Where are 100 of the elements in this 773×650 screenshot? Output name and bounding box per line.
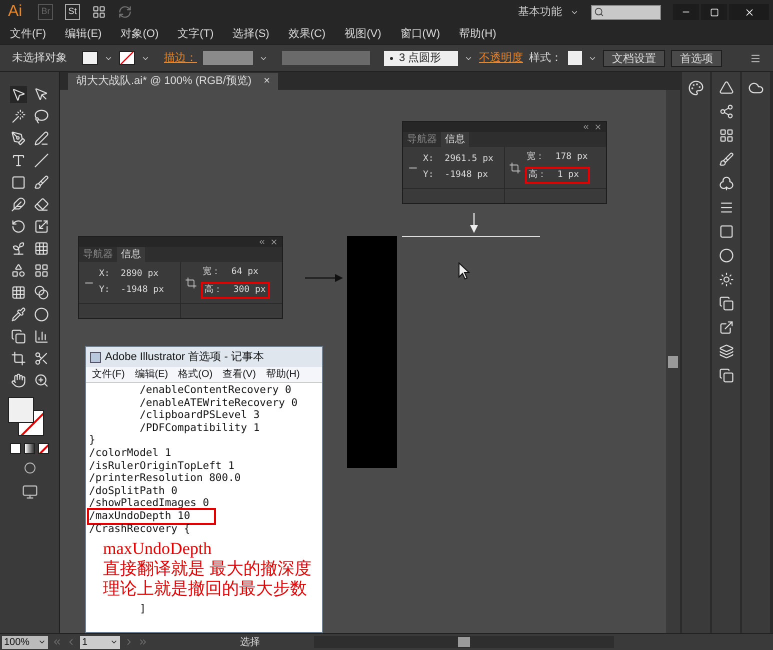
document-tab[interactable]: 胡大大战队.ai* @ 100% (RGB/预览) × — [68, 73, 278, 90]
panel-tab[interactable]: 信息 — [117, 247, 145, 262]
close-button[interactable] — [729, 4, 769, 20]
arrange-documents-icon[interactable] — [92, 5, 106, 19]
blob-brush-icon[interactable] — [10, 197, 26, 212]
type-tool-icon[interactable] — [10, 153, 26, 168]
last-page-icon[interactable] — [138, 637, 148, 647]
pen-tool-icon[interactable] — [10, 131, 26, 146]
scroll-thumb[interactable] — [458, 637, 470, 647]
opacity-link[interactable]: 不透明度 — [479, 50, 523, 66]
direct-selection-icon[interactable] — [34, 87, 48, 102]
rotate-tool-icon[interactable] — [10, 219, 26, 234]
vertical-scrollbar[interactable] — [666, 90, 680, 633]
collapse-icon[interactable] — [258, 238, 266, 246]
lasso-icon[interactable] — [34, 109, 48, 124]
workspace-switcher[interactable]: 基本功能 — [518, 4, 579, 20]
menu-item[interactable]: 文件(F) — [92, 367, 125, 382]
menu-item[interactable]: 帮助(H) — [459, 26, 496, 42]
scroll-thumb[interactable] — [668, 356, 678, 368]
artboards-icon[interactable] — [718, 368, 734, 383]
y-coordinate: Y: -1948 px — [423, 169, 490, 182]
stroke-panel-icon[interactable] — [718, 200, 734, 215]
scale-tool-icon[interactable] — [34, 219, 48, 234]
curvature-pen-icon[interactable] — [34, 131, 48, 146]
swatches-icon[interactable] — [718, 128, 734, 143]
appearance-icon[interactable] — [718, 272, 734, 287]
color-panel-icon[interactable] — [688, 80, 704, 96]
gradient-mode-icon[interactable] — [24, 443, 35, 454]
magic-wand-icon[interactable] — [10, 109, 26, 124]
menu-item[interactable]: 帮助(H) — [266, 367, 300, 382]
mesh-tool-icon[interactable] — [10, 285, 26, 300]
symbols-icon[interactable] — [718, 176, 734, 191]
menu-item[interactable]: 文件(F) — [10, 26, 46, 42]
search-field[interactable] — [591, 4, 661, 20]
menu-item[interactable]: 视图(V) — [344, 26, 382, 42]
panel-tab[interactable]: 导航器 — [403, 132, 441, 147]
export-icon[interactable] — [718, 320, 734, 335]
caret-icon[interactable] — [38, 638, 46, 646]
gradient-tool-icon[interactable] — [34, 285, 48, 300]
close-tab-button[interactable]: × — [264, 73, 270, 90]
hand-tool-icon[interactable] — [10, 373, 26, 388]
stroke-weight-field[interactable] — [203, 51, 253, 65]
close-icon[interactable] — [594, 123, 602, 131]
cloud-icon[interactable] — [748, 80, 764, 96]
menu-item[interactable]: 编辑(E) — [134, 367, 168, 382]
close-icon[interactable] — [270, 238, 278, 246]
panel-tab[interactable]: 导航器 — [79, 247, 117, 262]
style-swatch[interactable] — [568, 51, 582, 65]
line-tool-icon[interactable] — [34, 153, 48, 168]
stroke-link[interactable]: 描边： — [164, 50, 197, 66]
artboard-tool-icon[interactable] — [10, 351, 26, 366]
eraser-icon[interactable] — [34, 197, 48, 212]
panel-tab[interactable]: 信息 — [441, 132, 469, 147]
fill-swatch[interactable] — [82, 51, 98, 65]
menu-item[interactable]: 选择(S) — [232, 26, 270, 42]
eyedropper-icon[interactable] — [10, 307, 26, 322]
toolbar-button[interactable]: 首选项 — [671, 50, 722, 66]
perspective-grid-icon[interactable] — [34, 263, 48, 278]
paintbrush-icon[interactable] — [34, 175, 48, 190]
sync-icon[interactable] — [118, 5, 132, 19]
layers-icon[interactable] — [718, 344, 734, 359]
zoom-tool-icon[interactable] — [34, 373, 48, 388]
menu-item[interactable]: 文字(T) — [178, 26, 214, 42]
menu-item[interactable]: 查看(V) — [222, 367, 256, 382]
screen-mode-icon[interactable] — [22, 484, 38, 500]
brushes-icon[interactable] — [718, 152, 734, 167]
close-icon[interactable] — [744, 6, 754, 18]
caret-icon[interactable] — [110, 638, 118, 646]
color-guide-icon[interactable] — [718, 80, 734, 95]
text-line: /doSplitPath 0 — [89, 484, 178, 498]
toolbar-button[interactable]: 文档设置 — [603, 50, 665, 66]
shape-builder-icon[interactable] — [10, 263, 26, 278]
graphic-styles-icon[interactable] — [718, 296, 734, 311]
color-mode-icon[interactable] — [10, 443, 21, 454]
free-transform-icon[interactable] — [34, 241, 48, 256]
menu-item[interactable]: 对象(O) — [120, 26, 159, 42]
zoom-dropdown[interactable]: 100% — [2, 636, 48, 648]
none-mode-icon[interactable] — [38, 443, 49, 454]
horizontal-scrollbar[interactable] — [314, 636, 614, 648]
slice-tool-icon[interactable] — [34, 351, 48, 366]
stock-button[interactable]: St — [65, 4, 80, 20]
collapse-icon[interactable] — [582, 123, 590, 131]
maximize-button[interactable] — [701, 4, 727, 20]
search-icon[interactable] — [594, 7, 604, 17]
menu-item[interactable]: 窗口(W) — [400, 26, 440, 42]
page-dropdown[interactable]: 1 — [80, 636, 120, 648]
maximize-icon[interactable] — [710, 8, 718, 16]
menu-item[interactable]: 格式(O) — [178, 367, 213, 382]
menu-item[interactable]: 效果(C) — [288, 26, 326, 42]
symbol-sprayer-icon[interactable] — [10, 329, 26, 344]
panel-menu-icon[interactable] — [750, 52, 761, 64]
graph-tool-icon[interactable] — [34, 329, 48, 344]
stroke-swatch[interactable] — [119, 51, 135, 65]
first-page-icon[interactable] — [52, 637, 62, 647]
rectangle-tool-icon[interactable] — [10, 175, 26, 190]
connections-icon[interactable] — [718, 104, 734, 119]
menu-item[interactable]: 编辑(E) — [65, 26, 102, 42]
selection-status: 未选择对象 — [12, 50, 68, 66]
selection-tool-icon[interactable] — [10, 87, 26, 102]
brush-dropdown[interactable]: 3 点圆形 — [384, 50, 458, 66]
